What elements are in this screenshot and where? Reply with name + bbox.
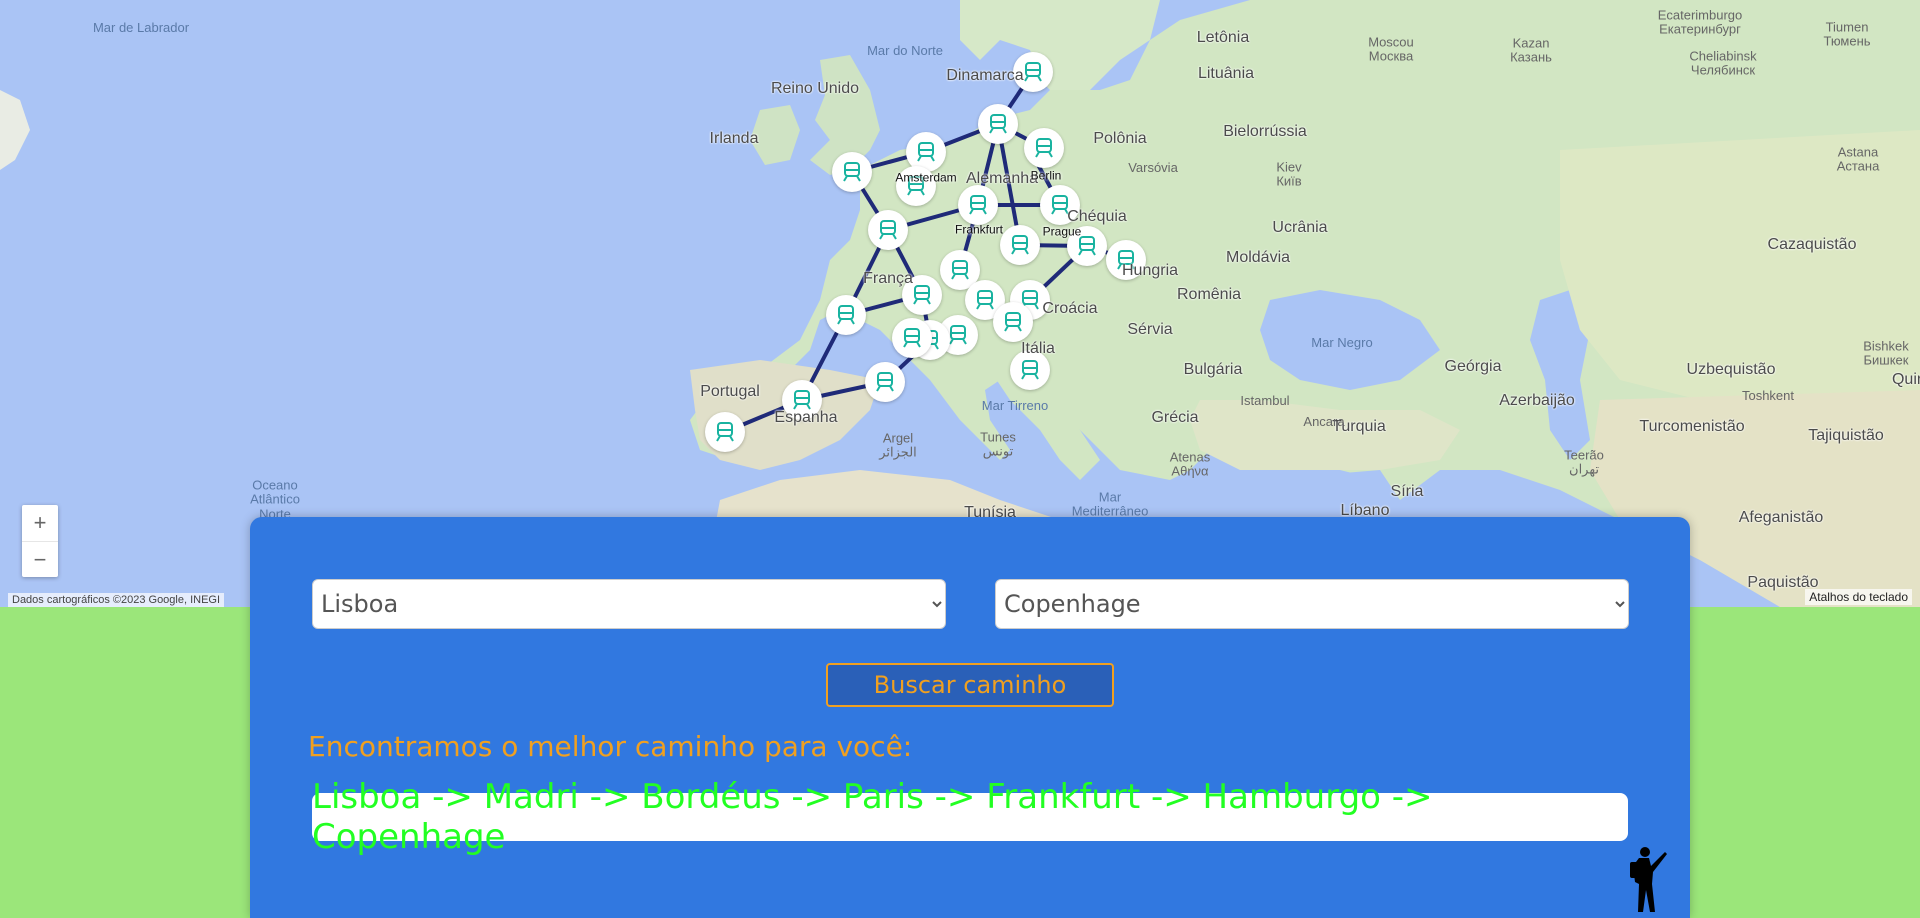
train-icon bbox=[903, 328, 921, 348]
station-marker[interactable] bbox=[705, 412, 745, 452]
sea-label: Mar Mediterrâneo bbox=[1071, 489, 1149, 519]
country-label: Uzbequistão bbox=[1686, 361, 1776, 379]
station-marker[interactable] bbox=[993, 302, 1033, 342]
country-label: Polônia bbox=[1093, 130, 1147, 148]
place-label: Kiev Київ bbox=[1276, 159, 1302, 189]
train-icon bbox=[843, 162, 861, 182]
country-label: Cazaquistão bbox=[1767, 236, 1857, 254]
place-label: Teerão تهران bbox=[1564, 447, 1604, 477]
place-label: Tunes تونس bbox=[980, 429, 1016, 459]
result-heading: Encontramos o melhor caminho para você: bbox=[308, 730, 913, 763]
station-marker[interactable] bbox=[958, 185, 998, 225]
train-icon bbox=[989, 114, 1007, 134]
sea-label: Mar de Labrador bbox=[92, 19, 190, 35]
country-label: Itália bbox=[1021, 340, 1055, 358]
country-label: Portugal bbox=[700, 383, 760, 401]
place-label: Moscou Москва bbox=[1368, 34, 1414, 64]
station-marker[interactable] bbox=[865, 362, 905, 402]
country-label: Chéquia bbox=[1067, 208, 1127, 226]
country-label: Síria bbox=[1390, 483, 1424, 501]
station-marker[interactable] bbox=[826, 295, 866, 335]
country-label: Alemanha bbox=[965, 170, 1039, 188]
train-icon bbox=[913, 285, 931, 305]
country-label: Tajiquistão bbox=[1808, 427, 1884, 445]
country-label: Letônia bbox=[1196, 29, 1250, 47]
sea-label: Mar Negro bbox=[1311, 334, 1373, 350]
country-label: Afeganistão bbox=[1738, 509, 1824, 527]
place-label: Ecaterimburgo Екатеринбург bbox=[1657, 7, 1743, 37]
city-label-amsterdam: Amsterdam bbox=[895, 170, 957, 185]
country-label: Azerbaijão bbox=[1499, 392, 1575, 410]
place-label: Istambul bbox=[1240, 392, 1290, 408]
place-label: Ancara bbox=[1303, 413, 1345, 429]
station-marker[interactable] bbox=[868, 210, 908, 250]
place-label: Toshkent bbox=[1741, 387, 1795, 403]
station-marker[interactable] bbox=[892, 318, 932, 358]
city-label-prague: Prague bbox=[1042, 224, 1082, 239]
train-icon bbox=[1011, 235, 1029, 255]
train-icon bbox=[876, 372, 894, 392]
zoom-in-button[interactable]: + bbox=[22, 505, 58, 541]
country-label: Quirgu bbox=[1891, 371, 1920, 389]
place-label: Varsóvia bbox=[1128, 159, 1178, 175]
sea-label: Mar do Norte bbox=[867, 42, 943, 58]
country-label: Reino Unido bbox=[770, 80, 860, 98]
station-marker[interactable] bbox=[978, 104, 1018, 144]
country-label: Grécia bbox=[1151, 409, 1199, 427]
country-label: Hungria bbox=[1121, 262, 1179, 280]
destination-select[interactable]: Copenhage bbox=[995, 579, 1629, 629]
country-label: Bielorrússia bbox=[1223, 123, 1307, 141]
route-finder-panel: Lisboa Copenhage Buscar caminho Encontra… bbox=[250, 517, 1690, 918]
hiker-silhouette-icon bbox=[1630, 847, 1667, 912]
train-icon bbox=[1024, 62, 1042, 82]
country-label: Turcomenistão bbox=[1639, 418, 1745, 436]
city-label-berlin: Berlin bbox=[1030, 168, 1062, 183]
train-icon bbox=[879, 220, 897, 240]
place-label: Cheliabinsk Челябинск bbox=[1689, 48, 1757, 78]
origin-select[interactable]: Lisboa bbox=[312, 579, 946, 629]
country-label: Lituânia bbox=[1197, 65, 1255, 83]
result-path: Lisboa -> Madri -> Bordéus -> Paris -> F… bbox=[312, 777, 1628, 857]
zoom-control: + − bbox=[22, 505, 58, 577]
zoom-out-button[interactable]: − bbox=[22, 541, 58, 578]
map[interactable]: Mar de Labrador Mar do Norte Oceano Atlâ… bbox=[0, 0, 1920, 607]
station-marker[interactable] bbox=[1000, 225, 1040, 265]
sea-label: Oceano Atlântico Norte bbox=[250, 477, 300, 522]
train-icon bbox=[951, 260, 969, 280]
place-label: Tiumen Тюмень bbox=[1823, 19, 1871, 49]
sea-label: Mar Tirreno bbox=[981, 397, 1049, 413]
train-icon bbox=[917, 142, 935, 162]
place-label: Kazan Казань bbox=[1510, 35, 1552, 65]
place-label: Atenas Αθήνα bbox=[1169, 449, 1211, 479]
place-label: Argel الجزائر bbox=[879, 430, 917, 460]
station-marker[interactable] bbox=[1024, 128, 1064, 168]
station-marker[interactable] bbox=[832, 152, 872, 192]
country-label: Espanha bbox=[774, 409, 838, 427]
place-label: Astana Астана bbox=[1836, 144, 1880, 174]
train-icon bbox=[969, 195, 987, 215]
country-label: Ucrânia bbox=[1272, 219, 1328, 237]
train-icon bbox=[1004, 312, 1022, 332]
country-label: Croácia bbox=[1042, 300, 1098, 318]
country-label: Romênia bbox=[1176, 286, 1242, 304]
country-label: Bulgária bbox=[1183, 361, 1243, 379]
keyboard-shortcuts-link[interactable]: Atalhos do teclado bbox=[1805, 589, 1912, 605]
train-icon bbox=[716, 422, 734, 442]
country-label: Sérvia bbox=[1127, 321, 1173, 339]
map-attribution[interactable]: Dados cartográficos ©2023 Google, INEGI bbox=[8, 593, 225, 607]
country-label: Moldávia bbox=[1225, 249, 1291, 267]
country-label: Geórgia bbox=[1444, 358, 1502, 376]
country-label: Dinamarca bbox=[946, 67, 1024, 85]
train-icon bbox=[1035, 138, 1053, 158]
train-icon bbox=[1021, 360, 1039, 380]
train-icon bbox=[837, 305, 855, 325]
search-route-button[interactable]: Buscar caminho bbox=[826, 663, 1114, 707]
train-icon bbox=[976, 290, 994, 310]
city-label-frankfurt: Frankfurt bbox=[954, 222, 1004, 237]
country-label: França bbox=[863, 270, 913, 288]
place-label: Bishkek Бишкек bbox=[1863, 338, 1909, 368]
country-label: Irlanda bbox=[709, 130, 759, 148]
